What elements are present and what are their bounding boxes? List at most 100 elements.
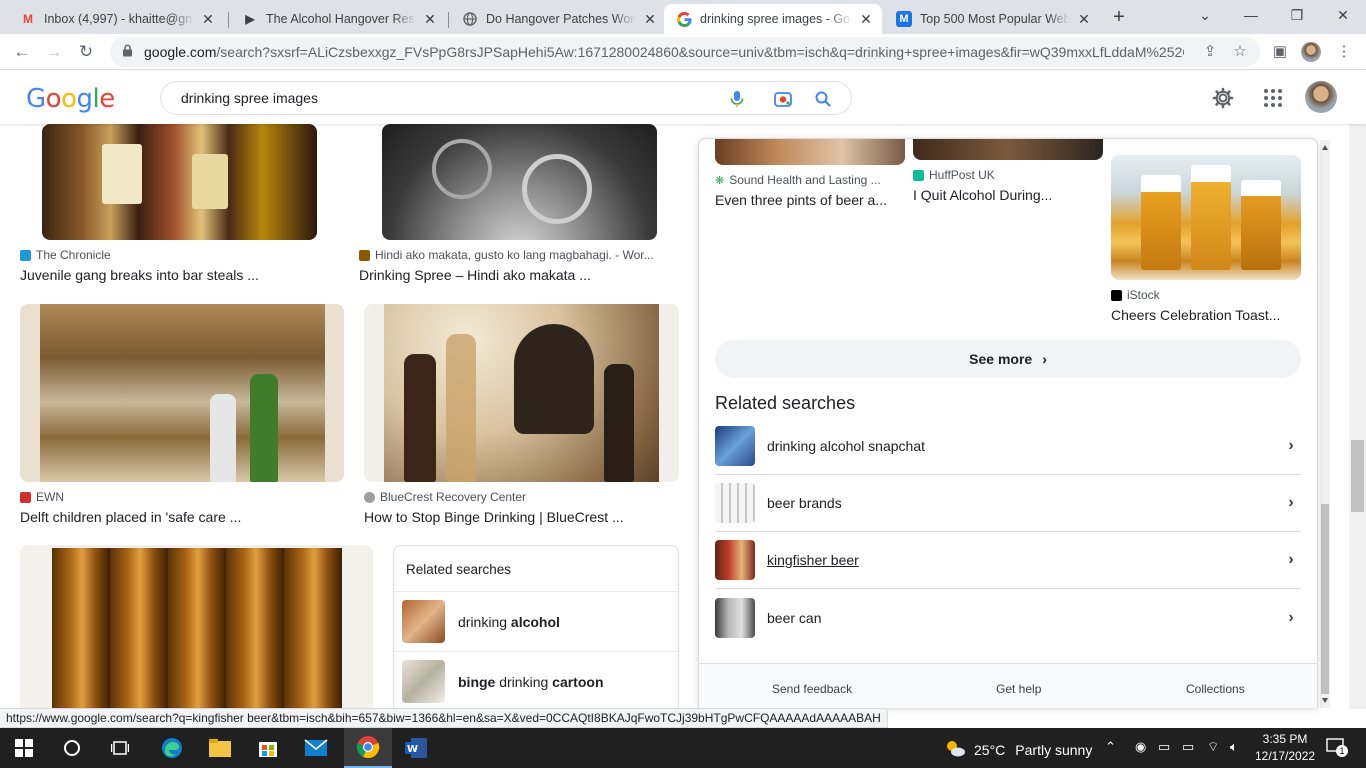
- file-explorer-icon[interactable]: [196, 728, 244, 768]
- tab-search-icon[interactable]: ⌄: [1182, 0, 1228, 30]
- result-source[interactable]: The Chronicle: [20, 248, 111, 262]
- back-icon[interactable]: ←: [10, 40, 34, 64]
- related-search-binge-drinking-cartoon[interactable]: binge drinking cartoon: [394, 651, 678, 709]
- panel-caption[interactable]: I Quit Alcohol During...: [913, 187, 1052, 203]
- store-icon[interactable]: [244, 728, 292, 768]
- forward-icon[interactable]: →: [42, 40, 66, 64]
- bookmark-star-icon[interactable]: ☆: [1230, 42, 1250, 62]
- volume-icon[interactable]: 🔈︎: [1230, 739, 1238, 755]
- camera-lens-icon[interactable]: [773, 89, 793, 109]
- new-tab-button[interactable]: +: [1108, 6, 1130, 28]
- weather-widget[interactable]: 25°C Partly sunny: [944, 738, 1092, 761]
- related-search-beer-brands[interactable]: beer brands ›: [715, 475, 1301, 532]
- related-search-drinking-alcohol-snapchat[interactable]: drinking alcohol snapchat ›: [715, 418, 1301, 475]
- result-caption[interactable]: Drinking Spree – Hindi ako makata ...: [359, 267, 591, 283]
- chevron-right-icon: ›: [1288, 551, 1294, 568]
- panel-source[interactable]: iStock: [1111, 288, 1160, 302]
- result-image-binge-drinking[interactable]: [364, 304, 679, 482]
- green-bottle: [250, 374, 278, 482]
- mail-icon[interactable]: [292, 728, 340, 768]
- related-search-label: kingfisher beer: [767, 552, 859, 568]
- result-caption[interactable]: How to Stop Binge Drinking | BlueCrest .…: [364, 509, 624, 525]
- search-circle-icon[interactable]: [48, 728, 96, 768]
- meet-now-icon[interactable]: ◉: [1135, 739, 1146, 755]
- search-input[interactable]: [181, 90, 721, 106]
- glass-rim: [522, 154, 592, 224]
- restore-button[interactable]: ❐: [1274, 0, 1320, 30]
- panel-image-beer-toast[interactable]: [1111, 155, 1301, 280]
- edge-browser-icon[interactable]: [148, 728, 196, 768]
- browser-toolbar: ← → ↻ google.com/search?sxsrf=ALiCzsbexx…: [0, 34, 1366, 70]
- chevron-up-icon[interactable]: ⌃: [1105, 739, 1116, 755]
- panel-scrollbar[interactable]: [1320, 140, 1330, 708]
- result-image-brown-bottles[interactable]: [20, 545, 373, 709]
- panel-source[interactable]: HuffPost UK: [913, 168, 995, 182]
- clear-bottle: [210, 394, 236, 482]
- panel-image-beer[interactable]: [715, 139, 905, 165]
- apps-grid-icon[interactable]: [1261, 86, 1285, 110]
- account-avatar[interactable]: [1305, 81, 1337, 113]
- close-icon[interactable]: ✕: [422, 11, 438, 28]
- battery-icon[interactable]: ▭: [1182, 739, 1194, 755]
- result-caption[interactable]: Delft children placed in 'safe care ...: [20, 509, 241, 525]
- reload-icon[interactable]: ↻: [74, 40, 98, 64]
- close-window-button[interactable]: ✕: [1320, 0, 1366, 30]
- send-feedback-link[interactable]: Send feedback: [772, 682, 852, 696]
- display-icon[interactable]: ▭: [1158, 739, 1170, 755]
- tab-gmail[interactable]: M Inbox (4,997) - khaitte@gmail.com ✕: [8, 4, 224, 34]
- panel-caption[interactable]: Cheers Celebration Toast...: [1111, 307, 1280, 323]
- page-scrollbar[interactable]: [1349, 71, 1366, 709]
- google-logo[interactable]: Google: [26, 84, 115, 114]
- share-icon[interactable]: ⇪: [1200, 42, 1220, 62]
- notification-icon[interactable]: 1: [1326, 737, 1348, 758]
- result-image-liquor-bottles[interactable]: [42, 124, 317, 240]
- tab-google-search[interactable]: drinking spree images - Google Search ✕: [664, 4, 882, 34]
- tab-top-websites[interactable]: M Top 500 Most Popular Websites ✕: [884, 4, 1100, 34]
- ewn-favicon: [20, 491, 31, 503]
- get-help-link[interactable]: Get help: [996, 682, 1041, 696]
- word-icon[interactable]: W: [392, 728, 440, 768]
- task-view-icon[interactable]: [96, 728, 144, 768]
- windows-taskbar: W 25°C Partly sunny ⌃ ◉ ▭ ▭ ⌔ 🔈︎ 3:35 PM…: [0, 728, 1366, 768]
- chrome-icon[interactable]: [344, 728, 392, 768]
- brown-bottles-photo: [52, 548, 342, 709]
- wifi-icon[interactable]: ⌔: [1207, 739, 1219, 755]
- microphone-icon[interactable]: [727, 89, 747, 109]
- result-source[interactable]: Hindi ako makata, gusto ko lang magbahag…: [359, 248, 654, 262]
- close-icon[interactable]: ✕: [1076, 11, 1092, 28]
- result-source[interactable]: EWN: [20, 490, 64, 504]
- tab-title: The Alcohol Hangover Research Group: [266, 12, 416, 26]
- result-image-bottle-rows[interactable]: [20, 304, 344, 482]
- related-search-drinking-alcohol[interactable]: drinking alcohol: [394, 591, 678, 651]
- menu-icon[interactable]: ⋮: [1334, 42, 1354, 62]
- panel-image-huffpost[interactable]: [913, 139, 1103, 160]
- close-icon[interactable]: ✕: [858, 11, 874, 28]
- panel-source[interactable]: ❋ Sound Health and Lasting ...: [715, 173, 881, 187]
- related-search-beer-can[interactable]: beer can ›: [715, 589, 1301, 646]
- result-source[interactable]: BlueCrest Recovery Center: [364, 490, 526, 504]
- settings-gear-icon[interactable]: [1211, 86, 1235, 110]
- dark-bottle: [404, 354, 436, 482]
- minimize-button[interactable]: —: [1228, 0, 1274, 30]
- close-icon[interactable]: ✕: [642, 11, 658, 28]
- result-image-glasses[interactable]: [382, 124, 657, 240]
- search-icon[interactable]: [813, 89, 833, 109]
- related-search-label: beer can: [767, 609, 822, 626]
- result-caption[interactable]: Juvenile gang breaks into bar steals ...: [20, 267, 259, 283]
- address-bar[interactable]: google.com/search?sxsrf=ALiCzsbexxgz_FVs…: [110, 37, 1260, 67]
- search-box[interactable]: [160, 81, 852, 115]
- related-search-kingfisher-beer[interactable]: kingfisher beer ›: [715, 532, 1301, 589]
- side-panel-icon[interactable]: ▣: [1270, 42, 1290, 62]
- collections-link[interactable]: Collections: [1186, 682, 1245, 696]
- profile-avatar[interactable]: [1301, 42, 1321, 62]
- tab-hangover-patches[interactable]: Do Hangover Patches Work? ✕: [450, 4, 666, 34]
- system-clock[interactable]: 3:35 PM 12/17/2022: [1255, 731, 1315, 765]
- panel-caption[interactable]: Even three pints of beer a...: [715, 192, 887, 208]
- site-favicon: [359, 249, 370, 261]
- close-icon[interactable]: ✕: [200, 11, 216, 28]
- page-scrollbar-thumb[interactable]: [1351, 440, 1364, 512]
- tab-hangover-research[interactable]: ▶ The Alcohol Hangover Research Group ✕: [230, 4, 446, 34]
- windows-start-icon[interactable]: [0, 728, 48, 768]
- huffpost-favicon: [913, 169, 924, 181]
- see-more-button[interactable]: See more ›: [715, 340, 1301, 378]
